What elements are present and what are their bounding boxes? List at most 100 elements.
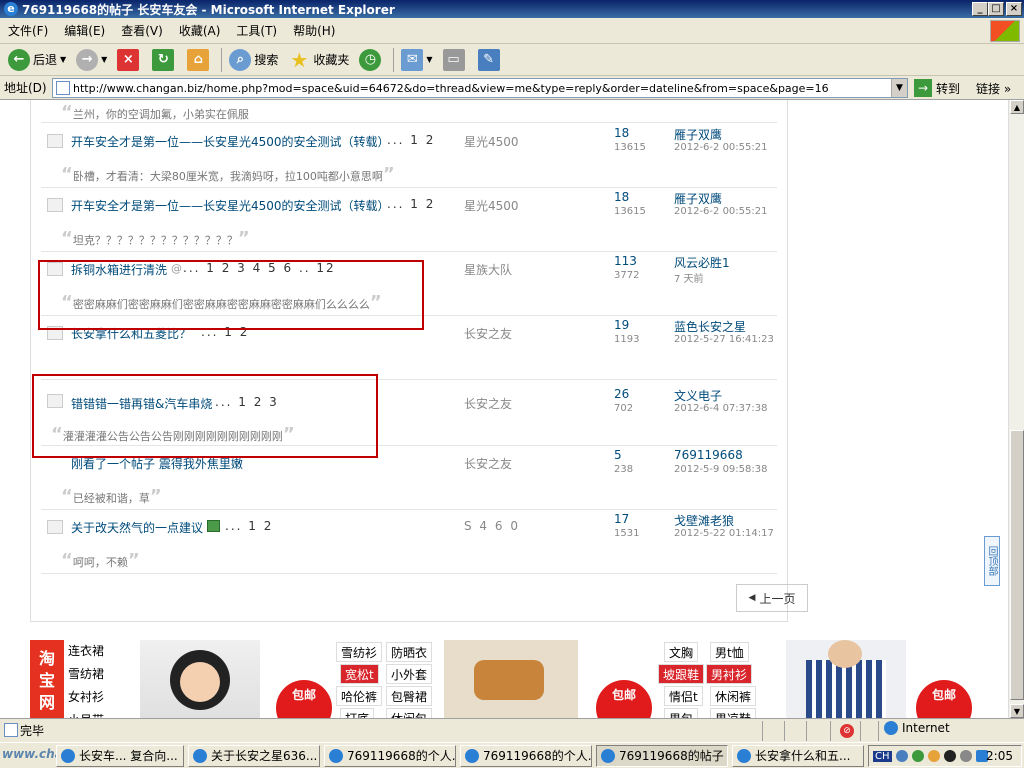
view-count: 13615 [614, 206, 646, 217]
printer-icon: ▭ [442, 48, 465, 71]
thread-pages[interactable]: ... 1 2 [387, 197, 435, 211]
tray-app-icon[interactable] [911, 750, 924, 762]
quote-text: 兰州，你的空调加氟，小弟实在佩服 [72, 108, 249, 121]
image-attachment-icon [207, 520, 220, 532]
taskbar-item[interactable]: 长安车... 复合向... [56, 745, 184, 767]
last-post-time: 2012-5-9 09:58:38 [674, 464, 768, 475]
forward-button[interactable]: → ▼ [72, 46, 111, 74]
view-count: 13615 [614, 142, 646, 153]
maximize-button[interactable]: □ [988, 2, 1004, 16]
tray-app-icon[interactable] [895, 750, 908, 762]
back-button[interactable]: ← 后退 ▼ [4, 46, 70, 74]
menu-edit[interactable]: 编辑(E) [56, 22, 113, 39]
security-zone: Internet [884, 721, 950, 735]
taobao-ad-banner[interactable]: 淘宝网 连衣裙 雪纺裙 女衬衫 小吊带 包邮 雪纺衫 防晒衣 宽松t 小外套 哈… [30, 640, 978, 718]
home-button[interactable]: ⌂ [183, 46, 216, 74]
thread-author[interactable]: 长安之友 [464, 395, 512, 412]
popup-blocked-icon[interactable]: ⊘ [840, 724, 854, 738]
thread-author[interactable]: 长安之友 [464, 455, 512, 472]
product-image[interactable] [444, 640, 578, 718]
qq-icon[interactable] [943, 750, 956, 762]
address-input[interactable]: http://www.changan.biz/home.php?mod=spac… [52, 78, 908, 98]
thread-author[interactable]: 星光4500 [464, 197, 519, 214]
menu-favorites[interactable]: 收藏(A) [171, 22, 229, 39]
baoyou-badge: 包邮 [916, 680, 972, 718]
last-poster[interactable]: 雁子双鹰 [674, 190, 722, 207]
reply-count: 18 [614, 126, 630, 140]
taskbar-item-active[interactable]: 769119668的帖子 ... [596, 745, 728, 767]
back-arrow-icon: ← [8, 48, 30, 71]
tray-app-icon[interactable] [959, 750, 972, 762]
scroll-down-icon[interactable]: ▼ [1010, 704, 1024, 718]
menu-file[interactable]: 文件(F) [0, 22, 56, 39]
address-bar: 地址(D) http://www.changan.biz/home.php?mo… [0, 76, 1024, 100]
address-dropdown-icon[interactable]: ▼ [891, 79, 907, 97]
minimize-button[interactable]: _ [972, 2, 988, 16]
last-poster[interactable]: 文义电子 [674, 387, 722, 404]
search-button[interactable]: ⌕ 搜索 [225, 46, 282, 74]
mail-button[interactable]: ✉ ▼ [397, 46, 436, 74]
thread-author[interactable]: S 4 6 0 [464, 519, 520, 533]
search-icon: ⌕ [229, 48, 252, 71]
quote-text: 呵呵，不赖 [72, 556, 128, 569]
thread-pages[interactable]: ... 1 2 [225, 519, 273, 533]
edit-page-icon: ✎ [477, 48, 500, 71]
back-to-top-button[interactable]: 回顶部 [984, 536, 1000, 586]
last-poster[interactable]: 蓝色长安之星 [674, 318, 746, 335]
folder-icon [47, 134, 63, 148]
windows-logo-icon [990, 20, 1020, 42]
history-button[interactable]: ◷ [355, 46, 388, 74]
taskbar-item[interactable]: 长安拿什么和五... [732, 745, 864, 767]
view-count: 1193 [614, 334, 640, 345]
last-poster[interactable]: 风云必胜1 [674, 254, 730, 271]
system-tray: CH 2:05 [868, 745, 1022, 767]
vertical-scrollbar[interactable]: ▲ ▼ [1008, 100, 1024, 718]
last-poster[interactable]: 戈壁滩老狼 [674, 512, 734, 529]
product-image[interactable] [786, 640, 906, 718]
reply-count: 26 [614, 387, 630, 401]
taskbar-item[interactable]: 769119668的个人... [324, 745, 456, 767]
last-poster[interactable]: 雁子双鹰 [674, 126, 722, 143]
thread-pages[interactable]: ... 1 2 [387, 133, 435, 147]
thread-title[interactable]: 开车安全才是第一位——长安星光4500的安全测试（转载） [71, 133, 390, 150]
menu-view[interactable]: 查看(V) [113, 22, 171, 39]
thread-author[interactable]: 星族大队 [464, 261, 512, 278]
thread-title[interactable]: 开车安全才是第一位——长安星光4500的安全测试（转载） [71, 197, 390, 214]
menu-tools[interactable]: 工具(T) [228, 22, 285, 39]
scroll-up-icon[interactable]: ▲ [1010, 100, 1024, 114]
reply-count: 19 [614, 318, 630, 332]
thread-author[interactable]: 星光4500 [464, 133, 519, 150]
prev-page-button[interactable]: ◀ 上一页 [736, 584, 808, 612]
taskbar-item[interactable]: 769119668的个人... [460, 745, 592, 767]
language-indicator[interactable]: CH [873, 750, 892, 762]
thread-title[interactable]: 关于改天然气的一点建议 [71, 519, 203, 536]
go-button[interactable]: → 转到 [914, 79, 960, 97]
last-poster[interactable]: 769119668 [674, 448, 743, 462]
menu-help[interactable]: 帮助(H) [285, 22, 343, 39]
print-button[interactable]: ▭ [439, 46, 472, 74]
home-icon: ⌂ [187, 48, 210, 71]
reply-count: 17 [614, 512, 630, 526]
view-count: 238 [614, 464, 634, 475]
edit-button[interactable]: ✎ [474, 46, 507, 74]
scroll-thumb[interactable] [1010, 430, 1024, 700]
quote-text: 卧槽，才看清：大梁80厘米宽，我滴妈呀，拉100吨都小意思啊 [72, 170, 383, 183]
folder-icon [47, 520, 63, 534]
page-done-icon [4, 723, 18, 737]
page-content: “兰州，你的空调加氟，小弟实在佩服 开车安全才是第一位——长安星光4500的安全… [0, 100, 1008, 718]
close-button[interactable]: × [1006, 2, 1022, 16]
stop-button[interactable]: × [113, 46, 146, 74]
last-post-time: 7 天前 [674, 274, 704, 285]
last-post-time: 2012-6-2 00:55:21 [674, 142, 768, 153]
history-icon: ◷ [359, 48, 382, 71]
tray-app-icon[interactable] [927, 750, 940, 762]
clock: 2:05 [986, 749, 1013, 763]
favorites-button[interactable]: ★ 收藏夹 [284, 46, 353, 74]
product-image[interactable] [140, 640, 260, 718]
refresh-button[interactable]: ↻ [148, 46, 181, 74]
star-icon: ★ [290, 47, 309, 72]
thread-author[interactable]: 长安之友 [464, 325, 512, 342]
links-button[interactable]: 链接 » [976, 80, 1011, 97]
taskbar-item[interactable]: 关于长安之星636... [188, 745, 320, 767]
quote-text: 坦克？？？？？？？？？？？？？ [72, 234, 238, 247]
